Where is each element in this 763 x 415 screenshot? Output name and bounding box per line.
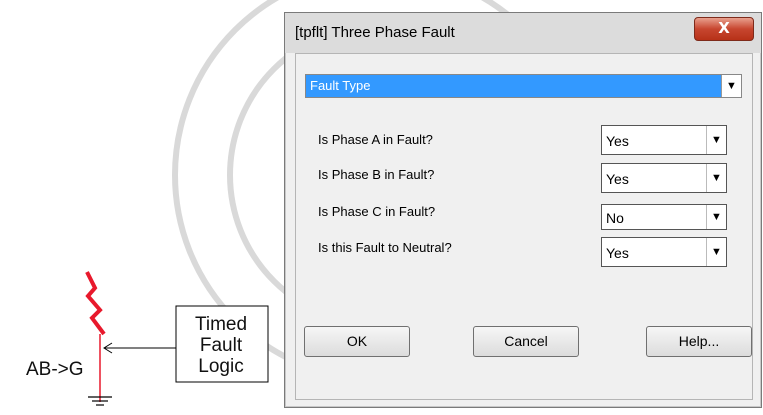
- section-select[interactable]: Fault Type ▼: [305, 74, 742, 98]
- chevron-down-icon[interactable]: ▼: [706, 164, 726, 192]
- three-phase-fault-dialog: [tpflt] Three Phase Fault X Fault Type ▼…: [284, 12, 762, 408]
- chevron-down-icon[interactable]: ▼: [721, 75, 741, 97]
- phase-a-select[interactable]: Yes ▼: [601, 125, 727, 155]
- cancel-button[interactable]: Cancel: [473, 326, 579, 357]
- phase-c-select[interactable]: No ▼: [601, 204, 727, 230]
- chevron-down-icon[interactable]: ▼: [706, 238, 726, 266]
- neutral-label: Is this Fault to Neutral?: [318, 240, 452, 255]
- neutral-select[interactable]: Yes ▼: [601, 237, 727, 267]
- title-bar[interactable]: [tpflt] Three Phase Fault X: [285, 13, 761, 53]
- phase-a-value: Yes: [606, 133, 629, 149]
- help-button[interactable]: Help...: [646, 326, 752, 357]
- phase-c-label: Is Phase C in Fault?: [318, 204, 436, 219]
- phase-c-value: No: [606, 210, 624, 226]
- ok-button[interactable]: OK: [304, 326, 410, 357]
- section-select-value: Fault Type: [310, 78, 371, 93]
- dialog-title: [tpflt] Three Phase Fault: [295, 24, 455, 41]
- phase-b-label: Is Phase B in Fault?: [318, 167, 435, 182]
- block-line-3: Logic: [198, 356, 244, 377]
- chevron-down-icon[interactable]: ▼: [706, 126, 726, 154]
- chevron-down-icon[interactable]: ▼: [706, 205, 726, 229]
- phase-b-value: Yes: [606, 171, 629, 187]
- phase-b-select[interactable]: Yes ▼: [601, 163, 727, 193]
- phase-a-label: Is Phase A in Fault?: [318, 132, 433, 147]
- close-button[interactable]: X: [694, 17, 754, 41]
- fault-label: AB->G: [26, 359, 84, 380]
- lightning-bolt-icon: [85, 271, 106, 336]
- block-line-1: Timed: [194, 314, 248, 335]
- block-label: Timed Fault Logic: [178, 314, 264, 377]
- neutral-value: Yes: [606, 245, 629, 261]
- block-line-2: Fault: [199, 335, 243, 356]
- fault-schematic: Timed Fault Logic AB->G: [0, 0, 290, 410]
